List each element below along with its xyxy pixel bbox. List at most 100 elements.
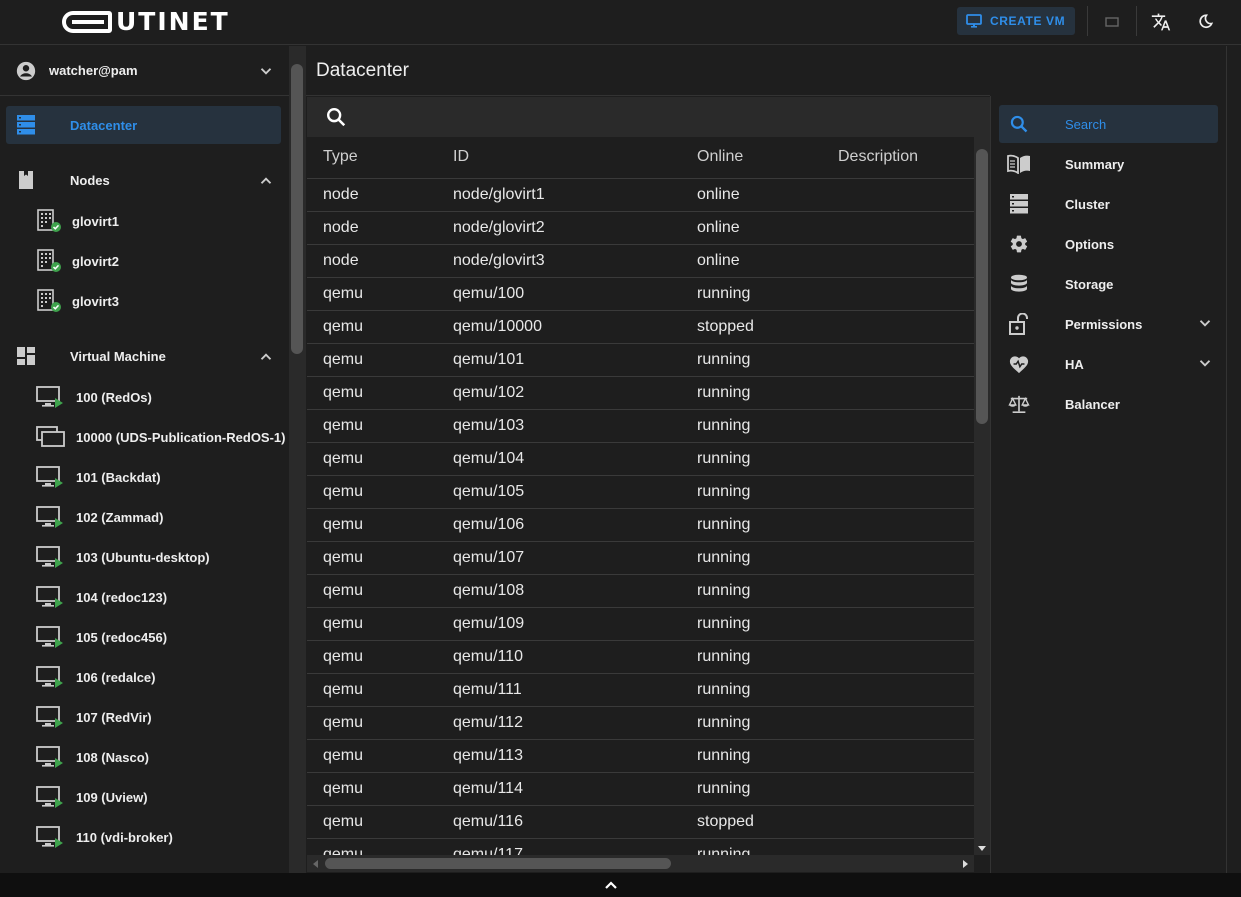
vm-section-label: Virtual Machine: [70, 348, 166, 364]
table-cell: qemu/114: [437, 772, 681, 806]
table-row[interactable]: node node/glovirt1 online: [307, 178, 974, 212]
table-row[interactable]: qemu qemu/106 running: [307, 508, 974, 542]
bottom-panel-bar[interactable]: [0, 873, 1241, 897]
chevron-down-icon[interactable]: [257, 62, 275, 80]
menu-item-balancer[interactable]: Balancer: [999, 385, 1218, 423]
vm-template-icon: [36, 426, 65, 447]
column-header[interactable]: Description: [822, 137, 974, 179]
fullscreen-toggle-button[interactable]: [1100, 10, 1124, 34]
table-horizontal-scrollbar[interactable]: [307, 855, 974, 872]
vm-running-icon: [36, 466, 63, 488]
sidebar-vm-item[interactable]: 10000 (UDS-Publication-RedOS-1): [0, 422, 289, 452]
database-icon: [1007, 274, 1031, 294]
server-icon: [1007, 193, 1031, 215]
table-row[interactable]: qemu qemu/103 running: [307, 409, 974, 443]
table-cell: qemu: [307, 343, 437, 377]
theme-toggle-button[interactable]: [1193, 10, 1217, 34]
menu-item-permissions[interactable]: Permissions: [999, 305, 1218, 343]
search-bar[interactable]: [307, 97, 990, 137]
table-row[interactable]: qemu qemu/108 running: [307, 574, 974, 608]
sidebar-vm-item[interactable]: 104 (redoc123): [0, 582, 289, 612]
table-row[interactable]: qemu qemu/102 running: [307, 376, 974, 410]
scroll-left-arrow-icon[interactable]: [311, 859, 319, 869]
chevron-up-icon[interactable]: [257, 172, 275, 190]
sidebar-vm-item[interactable]: 110 (vdi-broker): [0, 822, 289, 852]
table-row[interactable]: qemu qemu/10000 stopped: [307, 310, 974, 344]
column-header[interactable]: ID: [437, 137, 681, 179]
node-online-icon: [37, 249, 61, 272]
sidebar-node-item[interactable]: glovirt1: [0, 206, 289, 236]
window-icon: [1105, 17, 1119, 27]
menu-item-options[interactable]: Options: [999, 225, 1218, 263]
create-vm-button[interactable]: CREATE VM: [957, 7, 1075, 35]
vm-running-icon: [36, 386, 63, 408]
table-cell: [822, 211, 974, 245]
table-row[interactable]: qemu qemu/100 running: [307, 277, 974, 311]
table-row[interactable]: node node/glovirt2 online: [307, 211, 974, 245]
sidebar-vm-item[interactable]: 107 (RedVir): [0, 702, 289, 732]
table-cell: qemu/10000: [437, 310, 681, 344]
table-row[interactable]: qemu qemu/113 running: [307, 739, 974, 773]
table-row[interactable]: qemu qemu/107 running: [307, 541, 974, 575]
brand-logo[interactable]: UTINET: [62, 9, 230, 35]
table-row[interactable]: node node/glovirt3 online: [307, 244, 974, 278]
sidebar-section-nodes[interactable]: Nodes: [0, 165, 289, 195]
menu-item-summary[interactable]: Summary: [999, 145, 1218, 183]
table-row[interactable]: qemu qemu/101 running: [307, 343, 974, 377]
vm-name: 10000 (UDS-Publication-RedOS-1): [76, 429, 286, 445]
chevron-down-icon[interactable]: [1196, 314, 1214, 337]
sidebar-vm-item[interactable]: 108 (Nasco): [0, 742, 289, 772]
table-row[interactable]: qemu qemu/104 running: [307, 442, 974, 476]
table-row[interactable]: qemu qemu/117 running: [307, 838, 974, 855]
search-icon[interactable]: [325, 106, 347, 128]
sidebar-vm-item[interactable]: 101 (Backdat): [0, 462, 289, 492]
menu-item-ha[interactable]: HA: [999, 345, 1218, 383]
sidebar-vm-item[interactable]: 109 (Uview): [0, 782, 289, 812]
table-cell: running: [681, 409, 822, 443]
chevron-down-icon[interactable]: [1196, 354, 1214, 377]
sidebar-vm-item[interactable]: 105 (redoc456): [0, 622, 289, 652]
user-menu[interactable]: watcher@pam: [0, 46, 289, 96]
nodes-section-label: Nodes: [70, 172, 110, 188]
table-row[interactable]: qemu qemu/105 running: [307, 475, 974, 509]
table-vertical-scrollbar[interactable]: [974, 137, 990, 855]
scroll-down-arrow-icon[interactable]: [977, 845, 987, 853]
scroll-right-arrow-icon[interactable]: [962, 859, 970, 869]
language-button[interactable]: [1149, 10, 1173, 34]
sidebar-node-item[interactable]: glovirt2: [0, 246, 289, 276]
table-cell: [822, 805, 974, 839]
sidebar-item-datacenter[interactable]: Datacenter: [6, 106, 281, 144]
table-cell: [822, 640, 974, 674]
sidebar-vm-item[interactable]: 100 (RedOs): [0, 382, 289, 412]
table-row[interactable]: qemu qemu/110 running: [307, 640, 974, 674]
column-header[interactable]: Online: [681, 137, 822, 179]
chevron-up-icon[interactable]: [257, 348, 275, 366]
table-cell: [822, 310, 974, 344]
table-cell: [822, 673, 974, 707]
sidebar-section-virtual-machine[interactable]: Virtual Machine: [0, 341, 289, 371]
sidebar-scrollbar-thumb[interactable]: [291, 64, 303, 354]
nodes-icon: [19, 171, 33, 189]
table-horizontal-scrollbar-thumb[interactable]: [325, 858, 671, 869]
table-cell: node/glovirt1: [437, 178, 681, 212]
sidebar-scrollbar[interactable]: [289, 46, 306, 873]
chevron-up-icon[interactable]: [603, 878, 619, 892]
menu-item-cluster[interactable]: Cluster: [999, 185, 1218, 223]
sidebar-vm-item[interactable]: 106 (redalce): [0, 662, 289, 692]
menu-item-search[interactable]: Search: [999, 105, 1218, 143]
sidebar-vm-item[interactable]: 102 (Zammad): [0, 502, 289, 532]
node-name: glovirt1: [72, 213, 119, 229]
table-cell: [822, 244, 974, 278]
sidebar-vm-item[interactable]: 103 (Ubuntu-desktop): [0, 542, 289, 572]
table-cell: stopped: [681, 805, 822, 839]
column-header[interactable]: Type: [307, 137, 437, 179]
table-row[interactable]: qemu qemu/112 running: [307, 706, 974, 740]
table-vertical-scrollbar-thumb[interactable]: [976, 149, 988, 424]
table-row[interactable]: qemu qemu/109 running: [307, 607, 974, 641]
sidebar-node-item[interactable]: glovirt3: [0, 286, 289, 316]
table-row[interactable]: qemu qemu/111 running: [307, 673, 974, 707]
table-cell: qemu/117: [437, 838, 681, 855]
menu-item-storage[interactable]: Storage: [999, 265, 1218, 303]
table-row[interactable]: qemu qemu/114 running: [307, 772, 974, 806]
table-row[interactable]: qemu qemu/116 stopped: [307, 805, 974, 839]
